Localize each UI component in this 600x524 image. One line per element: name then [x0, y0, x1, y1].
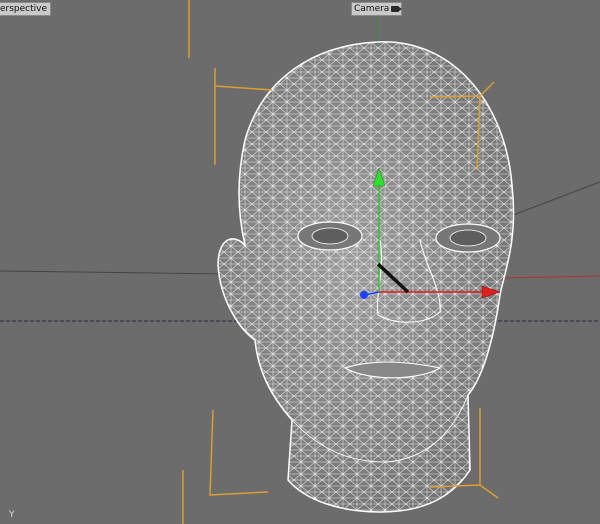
3d-viewport[interactable]: erspective Camera Y [0, 0, 600, 524]
head-wireframe-mesh [217, 41, 515, 513]
grid-line [499, 181, 600, 221]
view-name-label[interactable]: erspective [0, 2, 52, 16]
active-camera-label[interactable]: Camera [351, 2, 403, 16]
camera-name-text: Camera [354, 4, 390, 14]
view-name-text: erspective [0, 4, 48, 14]
sphere-handle-icon [360, 291, 368, 299]
camera-icon [391, 6, 403, 12]
scene-canvas[interactable] [0, 0, 600, 524]
right-eye [449, 229, 487, 247]
x-axis-guide-line [499, 275, 600, 279]
corner-axis-label: Y [9, 510, 15, 520]
left-eye [311, 227, 349, 245]
